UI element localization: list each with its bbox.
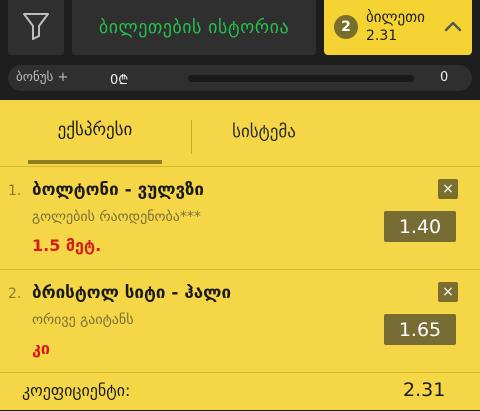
total-odds-label: კოეფიციენტი: [22,381,131,400]
remove-bet-button[interactable]: × [438,282,458,302]
bonus-progress-track [188,75,414,82]
bonus-label: ბონუს + [16,70,69,85]
tab-system[interactable]: სისტემა [192,100,336,164]
close-icon: × [442,284,454,300]
tab-express[interactable]: ექსპრესი [28,100,162,164]
total-odds-value: 2.31 [403,379,446,401]
betslip-count-badge: 2 [334,15,358,39]
bonus-value: 0 [440,70,449,85]
bet-item: 1. ბოლტონი - ვულვზი გოლების რაოდენობა***… [0,166,480,269]
bonus-amount: 0₾ [110,73,129,88]
bet-odds: 1.65 [384,314,456,345]
total-odds-row: კოეფიციენტი: 2.31 [0,372,480,411]
bet-selection: 1.5 მეტ. [32,236,102,255]
bet-number: 2. [8,286,22,302]
filter-button[interactable] [8,0,64,55]
betslip-odds: 2.31 [366,28,398,44]
filter-icon [22,11,50,45]
bet-selection: კი [32,339,50,358]
chevron-up-icon [444,18,462,36]
bet-item: 2. ბრისტოლ სიტი - ჰალი ორივე გაიტანს კი … [0,269,480,372]
bet-type-tabs: ექსპრესი სისტემა [0,100,480,164]
close-icon: × [442,181,454,197]
bet-history-button[interactable]: ბილეთების ისტორია [72,0,316,55]
bet-market: ორივე გაიტანს [32,312,134,328]
remove-bet-button[interactable]: × [438,179,458,199]
bet-market: გოლების რაოდენობა*** [32,209,201,225]
top-bar: ბილეთების ისტორია 2 ბილეთი 2.31 ბონუს + … [0,0,480,100]
bet-number: 1. [8,183,22,199]
betslip-panel: ექსპრესი სისტემა 1. ბოლტონი - ვულვზი გოლ… [0,100,480,410]
betslip-toggle-button[interactable]: 2 ბილეთი 2.31 [324,0,472,55]
bet-odds: 1.40 [384,211,456,242]
bet-match-name: ბოლტონი - ვულვზი [32,180,205,200]
bonus-bar: ბონუს + 0₾ 0 [8,65,472,91]
bet-match-name: ბრისტოლ სიტი - ჰალი [32,283,232,303]
betslip-label: ბილეთი [366,8,425,26]
